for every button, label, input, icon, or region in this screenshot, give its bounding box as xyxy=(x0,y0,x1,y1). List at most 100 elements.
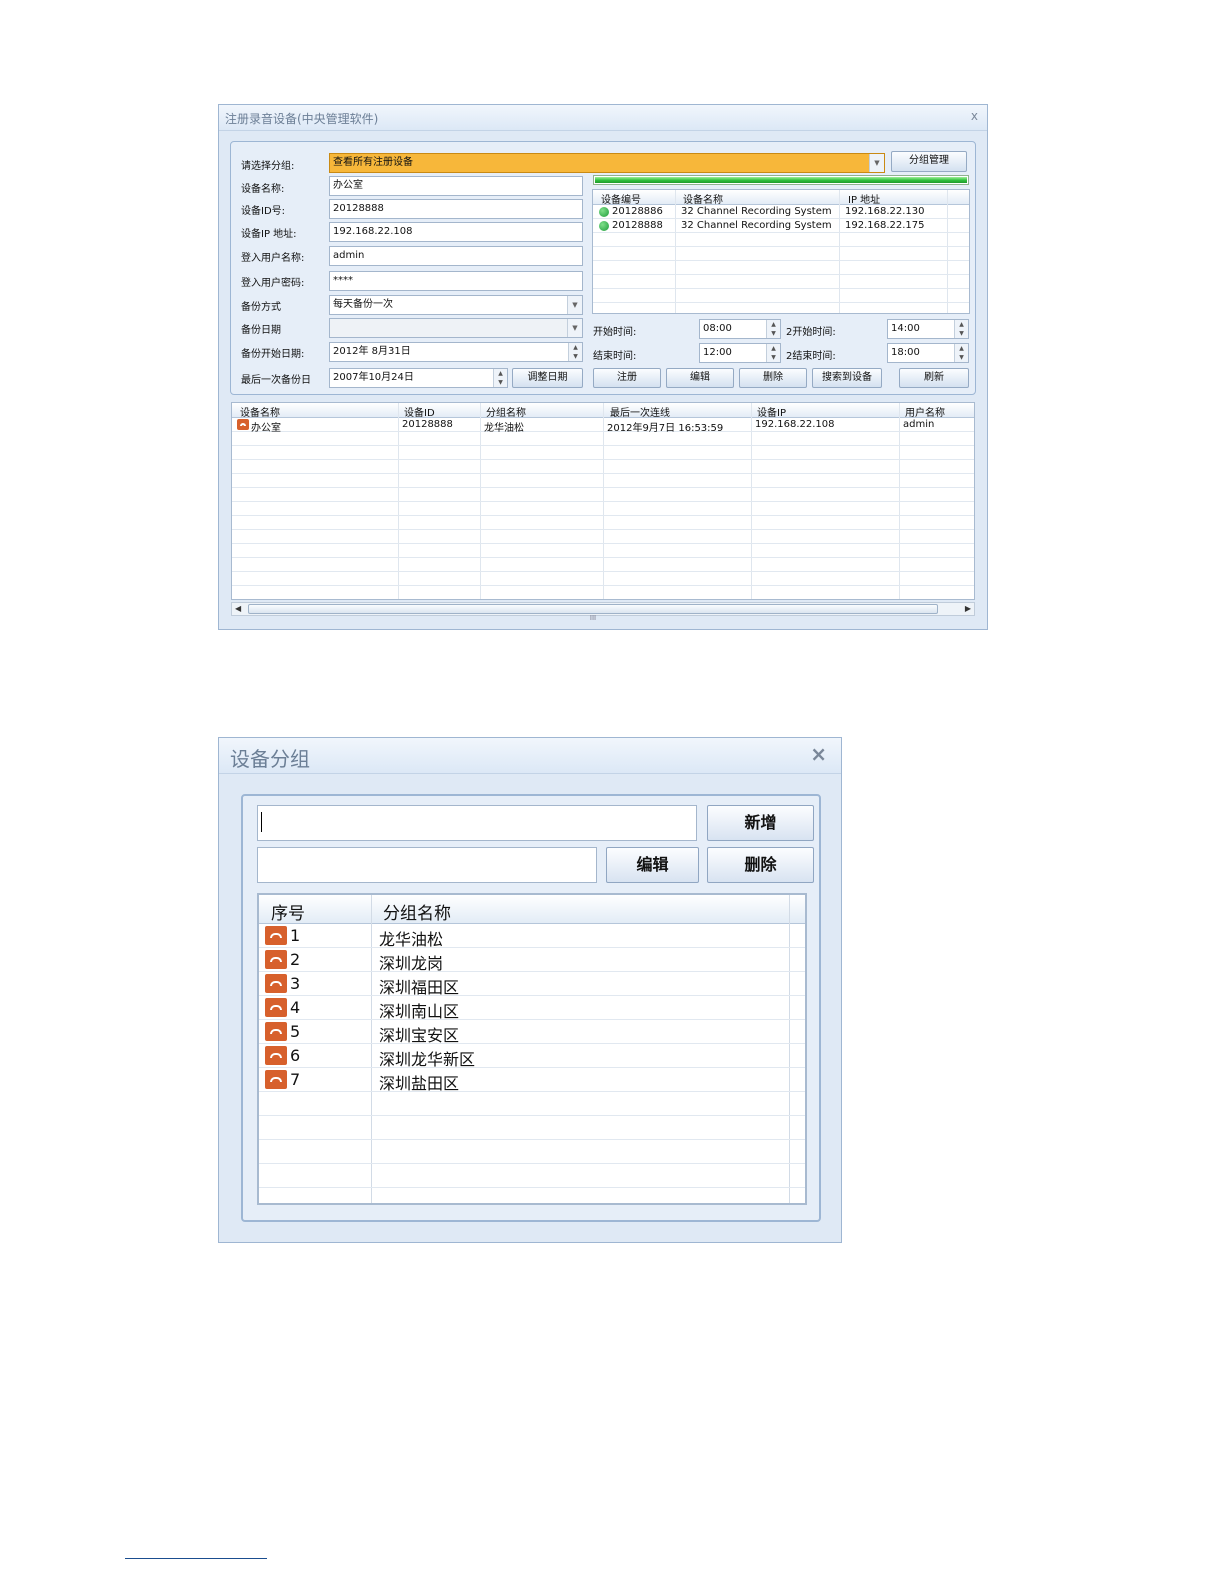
column-header[interactable]: IP 地址 xyxy=(848,191,880,206)
scroll-left-icon[interactable]: ◀ xyxy=(235,603,241,615)
column-header[interactable]: 用户名称 xyxy=(905,404,945,419)
register-window-title: 注册录音设备(中央管理软件) xyxy=(225,112,379,126)
device-id-label: 设备ID号: xyxy=(241,206,286,217)
list-item[interactable]: 1 龙华油松 xyxy=(259,924,785,949)
column-header[interactable]: 设备ID xyxy=(404,404,435,419)
column-header[interactable]: 设备名称 xyxy=(240,404,280,419)
registered-last-connect: 2012年9月7日 16:53:59 xyxy=(607,423,724,434)
list-item[interactable]: 7 深圳盐田区 xyxy=(259,1068,785,1093)
device-model: 32 Channel Recording System xyxy=(681,220,832,231)
group-name: 深圳南山区 xyxy=(379,1002,460,1021)
chevron-down-icon[interactable]: ▼ xyxy=(567,296,582,314)
time-spinner-icon[interactable]: ▲ ▼ xyxy=(954,320,968,338)
date-spinner-icon[interactable]: ▲ ▼ xyxy=(568,343,582,361)
column-header[interactable]: 序号 xyxy=(271,899,305,924)
group-number: 7 xyxy=(290,1070,301,1089)
device-ip: 192.168.22.175 xyxy=(845,220,925,231)
backup-start-date-picker[interactable]: 2012年 8月31日 ▲ ▼ xyxy=(329,342,583,362)
searched-devices-button[interactable]: 搜索到设备 xyxy=(812,368,882,388)
group-number: 4 xyxy=(290,998,301,1017)
group-name: 深圳龙华新区 xyxy=(379,1050,476,1069)
group-name: 深圳盐田区 xyxy=(379,1074,460,1093)
last-backup-value: 2007年10月24日 xyxy=(333,372,414,383)
column-header[interactable]: 分组名称 xyxy=(486,404,526,419)
column-header[interactable]: 设备名称 xyxy=(683,191,723,206)
login-user-input[interactable]: admin xyxy=(329,246,583,266)
edit-group-input[interactable] xyxy=(257,847,597,883)
register-window-titlebar: 注册录音设备(中央管理软件) x xyxy=(219,105,987,131)
start-time-input[interactable]: 08:00 ▲ ▼ xyxy=(699,319,781,339)
backup-date-label: 备份日期 xyxy=(241,325,281,336)
time-spinner-icon[interactable]: ▲ ▼ xyxy=(954,344,968,362)
device-name-label: 设备名称: xyxy=(241,184,285,195)
start-time-label: 开始时间: xyxy=(593,327,637,338)
login-password-input[interactable]: **** xyxy=(329,271,583,291)
register-device-window: 注册录音设备(中央管理软件) x 请选择分组: 设备名称: 设备ID号: 设备I… xyxy=(218,104,988,630)
registered-device-id: 20128888 xyxy=(402,419,453,430)
group-name: 龙华油松 xyxy=(379,930,444,949)
found-devices-header: 设备编号 设备名称 IP 地址 xyxy=(593,190,969,206)
scroll-right-icon[interactable]: ▶ xyxy=(965,603,971,615)
list-item[interactable]: 3 深圳福田区 xyxy=(259,972,785,997)
delete-group-button[interactable]: 删除 xyxy=(707,847,814,883)
adjust-date-button[interactable]: 调整日期 xyxy=(512,368,583,388)
date-spinner-icon[interactable]: ▲ ▼ xyxy=(493,369,507,387)
column-header[interactable]: 分组名称 xyxy=(383,899,451,924)
group-list-table: 序号 分组名称 1 龙华油松 2 深圳龙岗 3 深圳福田区 4 深圳南山区 5 … xyxy=(257,893,807,1205)
register-button[interactable]: 注册 xyxy=(593,368,661,388)
end-time-input[interactable]: 12:00 ▲ ▼ xyxy=(699,343,781,363)
last-backup-date-picker[interactable]: 2007年10月24日 ▲ ▼ xyxy=(329,368,508,388)
backup-date-select[interactable]: ▼ xyxy=(329,318,583,338)
start2-time-input[interactable]: 14:00 ▲ ▼ xyxy=(887,319,969,339)
search-progress-fill xyxy=(595,177,967,183)
close-icon[interactable]: × xyxy=(810,742,827,766)
horizontal-scrollbar[interactable]: ◀ III ▶ xyxy=(231,602,975,622)
scrollbar-grip: III xyxy=(589,614,597,622)
group-name: 深圳龙岗 xyxy=(379,954,444,973)
start2-time-value: 14:00 xyxy=(891,323,920,334)
table-row[interactable]: 20128886 32 Channel Recording System 192… xyxy=(593,205,969,218)
chevron-down-icon[interactable]: ▼ xyxy=(567,319,582,337)
device-ip-input[interactable]: 192.168.22.108 xyxy=(329,222,583,242)
delete-button[interactable]: 删除 xyxy=(739,368,807,388)
group-number: 2 xyxy=(290,950,301,969)
group-list-header: 序号 分组名称 xyxy=(259,895,805,924)
group-select-value: 查看所有注册设备 xyxy=(333,157,413,168)
new-group-input[interactable] xyxy=(257,805,697,841)
online-status-icon xyxy=(599,221,609,231)
backup-mode-value: 每天备份一次 xyxy=(333,299,393,310)
column-header[interactable]: 最后一次连线 xyxy=(610,404,670,419)
table-row[interactable]: 20128888 32 Channel Recording System 192… xyxy=(593,219,969,232)
backup-mode-select[interactable]: 每天备份一次 ▼ xyxy=(329,295,583,315)
list-item[interactable]: 6 深圳龙华新区 xyxy=(259,1044,785,1069)
device-name-input[interactable]: 办公室 xyxy=(329,176,583,196)
group-manage-button[interactable]: 分组管理 xyxy=(891,151,967,172)
time-spinner-icon[interactable]: ▲ ▼ xyxy=(766,320,780,338)
device-id-input[interactable]: 20128888 xyxy=(329,199,583,219)
refresh-button[interactable]: 刷新 xyxy=(899,368,969,388)
column-header[interactable]: 设备编号 xyxy=(601,191,641,206)
last-backup-label: 最后一次备份日 xyxy=(241,375,311,386)
edit-group-button[interactable]: 编辑 xyxy=(606,847,699,883)
table-row[interactable]: 办公室 20128888 龙华油松 2012年9月7日 16:53:59 192… xyxy=(232,418,974,434)
list-item[interactable]: 4 深圳南山区 xyxy=(259,996,785,1021)
phone-icon xyxy=(265,1046,287,1065)
group-number: 3 xyxy=(290,974,301,993)
registered-device-ip: 192.168.22.108 xyxy=(755,419,835,430)
add-group-button[interactable]: 新增 xyxy=(707,805,814,841)
close-icon[interactable]: x xyxy=(971,109,978,123)
scrollbar-thumb[interactable]: III xyxy=(248,604,938,622)
registered-device-name: 办公室 xyxy=(251,423,281,434)
list-item[interactable]: 2 深圳龙岗 xyxy=(259,948,785,973)
phone-icon xyxy=(265,1070,287,1089)
edit-button[interactable]: 编辑 xyxy=(666,368,734,388)
text-cursor xyxy=(261,812,262,832)
chevron-down-icon[interactable]: ▼ xyxy=(869,154,884,172)
group-select[interactable]: 查看所有注册设备 ▼ xyxy=(329,153,885,173)
backup-start-date-label: 备份开始日期: xyxy=(241,349,305,360)
list-item[interactable]: 5 深圳宝安区 xyxy=(259,1020,785,1045)
time-spinner-icon[interactable]: ▲ ▼ xyxy=(766,344,780,362)
group-number: 1 xyxy=(290,926,301,945)
end2-time-input[interactable]: 18:00 ▲ ▼ xyxy=(887,343,969,363)
column-header[interactable]: 设备IP xyxy=(757,404,786,419)
